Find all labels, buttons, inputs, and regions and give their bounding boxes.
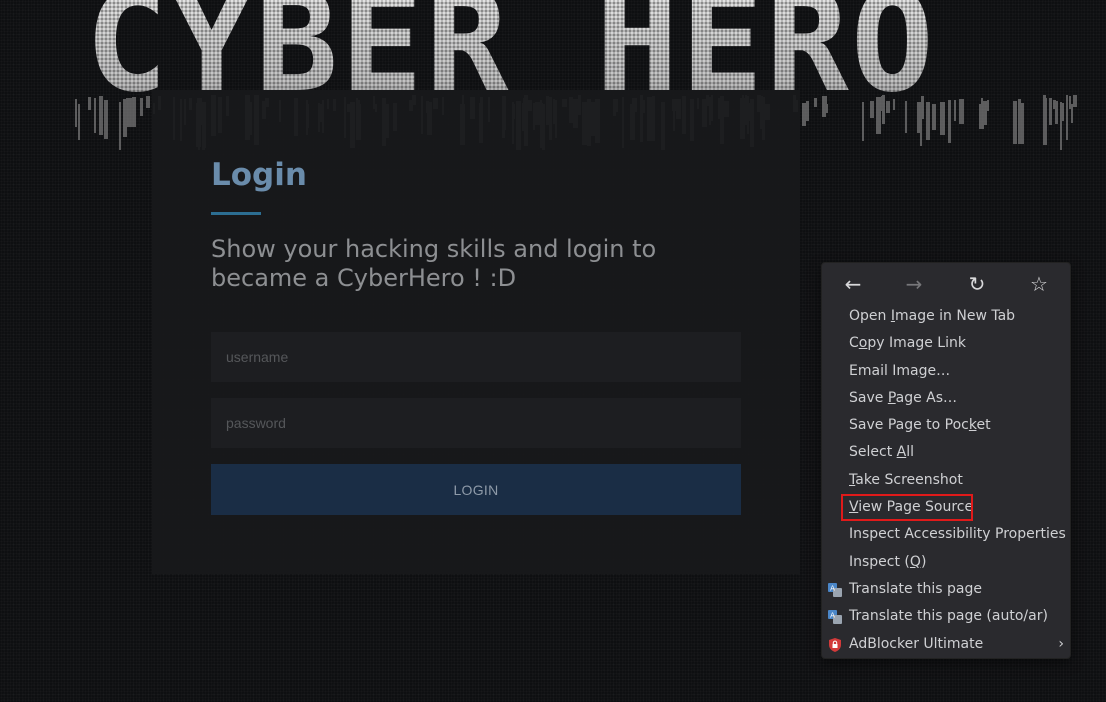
banner-drip <box>75 99 77 127</box>
banner-drip <box>882 95 885 124</box>
banner-drip <box>1066 95 1068 140</box>
banner-drip <box>1013 101 1017 144</box>
banner-drip <box>1055 101 1058 124</box>
banner-drip <box>926 102 930 140</box>
login-subtitle: Show your hacking skills and login to be… <box>211 235 657 292</box>
forward-arrow-icon[interactable]: → <box>901 271 927 297</box>
username-input[interactable] <box>211 332 741 382</box>
banner-drip <box>119 102 121 150</box>
login-title: Login <box>211 157 307 193</box>
banner-drip <box>78 104 80 140</box>
banner-drip <box>806 101 809 121</box>
banner-drip <box>886 101 890 113</box>
banner-drip <box>893 99 895 110</box>
login-button[interactable]: LOGIN <box>211 464 741 515</box>
banner-drip <box>1073 95 1077 107</box>
menu-open-image-new-tab[interactable]: Open Image in New Tab <box>822 303 1070 330</box>
banner-drip <box>1060 102 1062 150</box>
banner-drip <box>1044 102 1047 114</box>
login-card: Login Show your hacking skills and login… <box>152 90 800 574</box>
banner-drip <box>823 104 828 113</box>
menu-translate-page[interactable]: A Translate this page <box>822 576 1070 603</box>
menu-save-page-as[interactable]: Save Page As… <box>822 385 1070 412</box>
menu-select-all[interactable]: Select All <box>822 439 1070 466</box>
banner-drip <box>920 104 922 146</box>
banner-drip <box>987 100 989 111</box>
banner-drip <box>1071 104 1073 123</box>
banner-drip <box>94 98 96 133</box>
banner-drip <box>932 104 936 130</box>
banner-drip <box>862 102 864 141</box>
banner-drip <box>100 98 103 132</box>
menu-inspect[interactable]: Inspect (Q) <box>822 549 1070 576</box>
svg-text:A: A <box>830 584 835 592</box>
menu-save-page-to-pocket[interactable]: Save Page to Pocket <box>822 412 1070 439</box>
banner-drip <box>132 97 136 127</box>
banner-drip <box>948 100 951 143</box>
banner-drip <box>940 102 945 135</box>
banner-drip <box>814 98 817 107</box>
banner-drip <box>140 98 143 116</box>
banner-drip <box>1069 96 1071 109</box>
title-underline <box>211 212 261 215</box>
context-nav-row: ← → ↻ ☆ <box>822 263 1070 303</box>
banner-drip <box>905 101 907 133</box>
banner-drip <box>1018 99 1021 144</box>
context-menu: ← → ↻ ☆ Open Image in New Tab Copy Image… <box>822 263 1070 658</box>
banner-drip <box>981 98 983 117</box>
banner-drip <box>954 100 956 121</box>
adblocker-shield-icon <box>829 637 841 652</box>
context-menu-list: Open Image in New Tab Copy Image Link Em… <box>822 303 1070 658</box>
banner-drip <box>1049 98 1052 125</box>
submenu-arrow-icon: › <box>1058 635 1064 652</box>
banner-drip <box>983 101 987 125</box>
menu-inspect-accessibility[interactable]: Inspect Accessibility Properties <box>822 521 1070 548</box>
menu-view-page-source[interactable]: View Page Source <box>822 494 1070 521</box>
banner-drip <box>876 97 881 134</box>
menu-adblocker-ultimate[interactable]: AdBlocker Ultimate › <box>822 631 1070 658</box>
banner-drip <box>88 97 91 110</box>
bookmark-star-icon[interactable]: ☆ <box>1026 271 1052 297</box>
menu-email-image[interactable]: Email Image… <box>822 358 1070 385</box>
svg-text:A: A <box>830 612 835 620</box>
banner-drip <box>126 98 131 121</box>
banner-drip <box>146 96 150 108</box>
banner-drip <box>802 103 806 126</box>
menu-translate-page-auto[interactable]: A Translate this page (auto/ar) <box>822 603 1070 630</box>
reload-icon[interactable]: ↻ <box>964 271 990 297</box>
banner-drip <box>104 100 108 139</box>
menu-copy-image-link[interactable]: Copy Image Link <box>822 330 1070 357</box>
back-arrow-icon[interactable]: ← <box>840 271 866 297</box>
password-input[interactable] <box>211 398 741 448</box>
banner-drip <box>1062 103 1064 121</box>
translate-icon: A <box>828 582 842 597</box>
banner-drip <box>959 99 964 124</box>
menu-take-screenshot[interactable]: Take Screenshot <box>822 467 1070 494</box>
translate-icon: A <box>828 610 842 625</box>
banner-drip <box>870 101 874 118</box>
